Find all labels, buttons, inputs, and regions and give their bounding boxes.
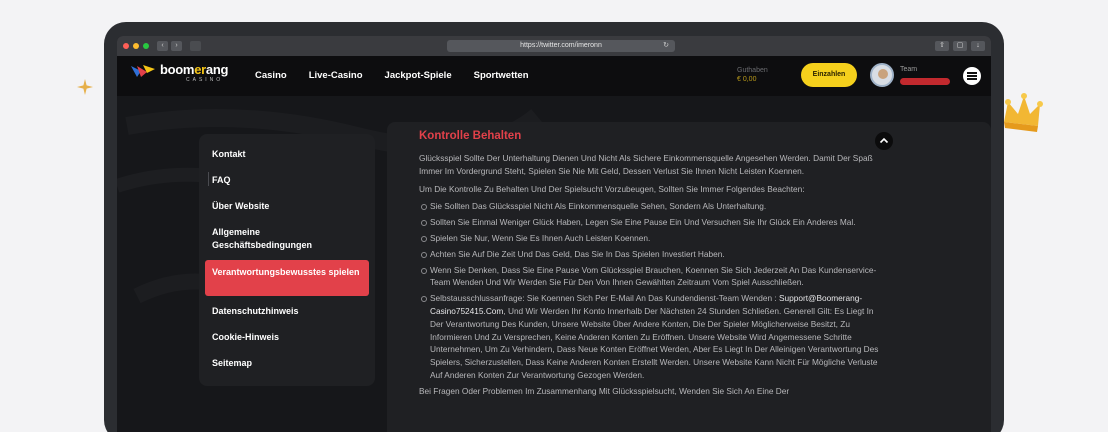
- forward-icon[interactable]: ›: [171, 41, 182, 51]
- logo-text: boomerang CASINO: [160, 62, 229, 84]
- user-info[interactable]: Team: [900, 65, 950, 85]
- sparkle-icon: [76, 78, 94, 96]
- balance-value: € 0,00: [737, 76, 757, 83]
- balance-widget[interactable]: Guthaben € 0,00: [737, 66, 768, 84]
- sidebar-item-agb[interactable]: Allgemeine Geschäftsbedingungen: [212, 226, 332, 252]
- sidebar-toggle-icon[interactable]: [190, 41, 201, 51]
- article-body: Glücksspiel Sollte Der Unterhaltung Dien…: [419, 152, 879, 403]
- user-name: Team: [900, 66, 918, 73]
- nav-live-casino[interactable]: Live-Casino: [309, 70, 363, 81]
- logo-subtitle: CASINO: [186, 77, 224, 83]
- sidebar-item-verantwortungsbewusstes-spielen[interactable]: Verantwortungsbewusstes spielen: [205, 260, 369, 296]
- list-item-selfexclusion: Selbstausschlussanfrage: Sie Koennen Sic…: [419, 292, 879, 382]
- crown-icon: [1000, 92, 1044, 140]
- article-intro: Glücksspiel Sollte Der Unterhaltung Dien…: [419, 153, 873, 176]
- list-item: Sie Sollten Das Glücksspiel Nicht Als Ei…: [419, 200, 879, 213]
- browser-toolbar: ‹ › https://twitter.com/imeronn ↻ ⇧ ▢ ↓: [117, 36, 991, 56]
- sidebar: Kontakt FAQ Über Website Allgemeine Gesc…: [199, 134, 375, 386]
- sidebar-item-kontakt[interactable]: Kontakt: [212, 148, 246, 161]
- site-header: boomerang CASINO Casino Live-Casino Jack…: [117, 56, 991, 96]
- main-nav: Casino Live-Casino Jackpot-Spiele Sportw…: [255, 70, 529, 81]
- window-controls: [123, 43, 149, 49]
- selfexclusion-text: Selbstausschlussanfrage: Sie Koennen Sic…: [430, 293, 777, 304]
- list-item: Sollten Sie Einmal Weniger Glück Haben, …: [419, 216, 879, 229]
- list-item: Wenn Sie Denken, Dass Sie Eine Pause Vom…: [419, 264, 879, 290]
- maximize-dot[interactable]: [143, 43, 149, 49]
- share-icon[interactable]: ⇧: [935, 41, 949, 51]
- balance-label: Guthaben: [737, 67, 768, 74]
- article-footer-text: Bei Fragen Oder Problemen Im Zusammenhan…: [419, 385, 790, 396]
- back-icon[interactable]: ‹: [157, 41, 168, 51]
- sidebar-item-faq[interactable]: FAQ: [212, 174, 231, 187]
- sidebar-divider: [208, 172, 209, 186]
- sidebar-item-ueber-website[interactable]: Über Website: [212, 200, 269, 213]
- sidebar-item-cookie-hinweis[interactable]: Cookie-Hinweis: [212, 331, 279, 344]
- minimize-dot[interactable]: [133, 43, 139, 49]
- article-lead: Um Die Kontrolle Zu Behalten Und Der Spi…: [419, 183, 805, 194]
- nav-casino[interactable]: Casino: [255, 70, 287, 81]
- menu-icon[interactable]: [963, 67, 981, 85]
- sidebar-item-seitemap[interactable]: Seitemap: [212, 357, 252, 370]
- article-panel: Kontrolle Behalten Glücksspiel Sollte De…: [387, 122, 991, 432]
- selfexclusion-details: , Und Wir Werden Ihr Konto Innerhalb Der…: [430, 305, 879, 380]
- user-status-bar: [900, 78, 950, 85]
- list-item: Spielen Sie Nur, Wenn Sie Es Ihnen Auch …: [419, 232, 879, 245]
- logo-wordmark: boomerang: [160, 62, 229, 77]
- main-content: Kontakt FAQ Über Website Allgemeine Gesc…: [117, 96, 991, 432]
- close-dot[interactable]: [123, 43, 129, 49]
- reload-icon[interactable]: ↻: [663, 40, 669, 52]
- list-item: Achten Sie Auf Die Zeit Und Das Geld, Da…: [419, 248, 879, 261]
- article-title: Kontrolle Behalten: [419, 130, 522, 142]
- screen: ‹ › https://twitter.com/imeronn ↻ ⇧ ▢ ↓: [117, 36, 991, 432]
- address-bar[interactable]: https://twitter.com/imeronn ↻: [447, 40, 675, 52]
- sidebar-item-datenschutzhinweis[interactable]: Datenschutzhinweis: [212, 305, 299, 318]
- boomerang-logo-icon: [129, 63, 157, 79]
- download-icon[interactable]: ↓: [971, 41, 985, 51]
- deposit-button[interactable]: Einzahlen: [801, 63, 857, 87]
- address-bar-text: https://twitter.com/imeronn: [520, 42, 602, 49]
- nav-sportwetten[interactable]: Sportwetten: [474, 70, 529, 81]
- tabs-icon[interactable]: ▢: [953, 41, 967, 51]
- tips-list: Sie Sollten Das Glücksspiel Nicht Als Ei…: [419, 200, 879, 381]
- browser-actions: ⇧ ▢ ↓: [935, 41, 985, 51]
- laptop-frame: ‹ › https://twitter.com/imeronn ↻ ⇧ ▢ ↓: [104, 22, 1004, 432]
- chevron-up-icon[interactable]: [875, 132, 893, 150]
- boomerang-logo[interactable]: boomerang CASINO: [129, 63, 228, 83]
- nav-jackpot-spiele[interactable]: Jackpot-Spiele: [385, 70, 452, 81]
- avatar[interactable]: [870, 63, 894, 87]
